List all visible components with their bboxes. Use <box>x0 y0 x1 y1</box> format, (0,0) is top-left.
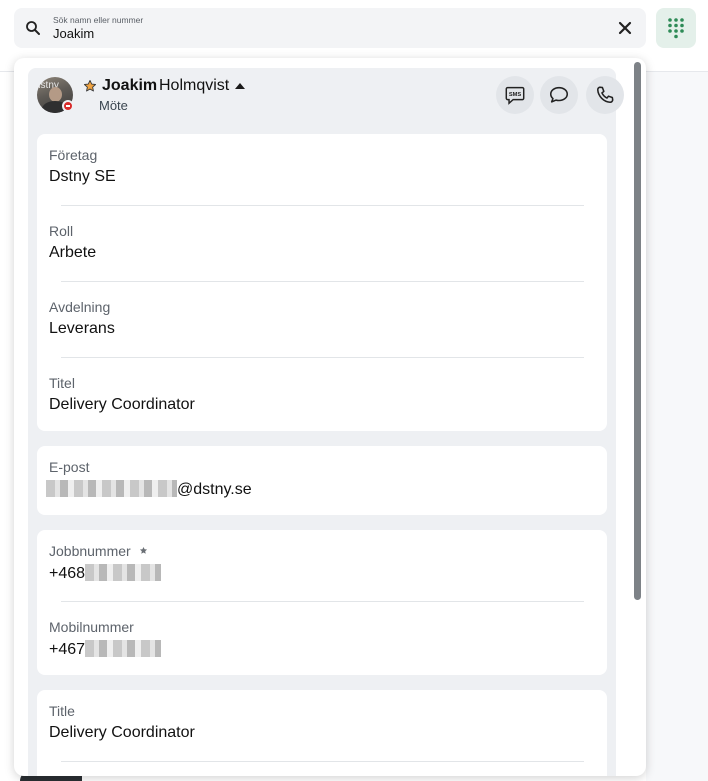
work-phone-prefix: +468 <box>49 565 86 582</box>
contact-card: dstny Joakim Holmqvist Möte SMS Företag … <box>28 68 624 776</box>
extra-title-field: Title Delivery Coordinator <box>49 703 195 742</box>
extra-title-label: Title <box>49 703 75 719</box>
extra-info-card: Title Delivery Coordinator <box>37 690 607 776</box>
divider <box>61 205 584 206</box>
close-icon <box>618 21 632 35</box>
email-domain: @dstny.se <box>177 481 252 498</box>
mobile-phone-prefix: +467 <box>49 641 86 658</box>
role-field: Roll Arbete <box>49 223 96 262</box>
company-label: Företag <box>49 147 98 163</box>
contact-first-name: Joakim <box>102 77 158 94</box>
dialpad-icon <box>668 18 684 39</box>
department-field: Avdelning Leverans <box>49 299 115 338</box>
email-value[interactable]: @dstny.se <box>46 480 252 499</box>
divider <box>61 281 584 282</box>
favorite-star-icon[interactable] <box>83 79 97 93</box>
work-phone-field[interactable]: Jobbnummer +468 <box>49 543 162 583</box>
email-field[interactable]: E-post @dstny.se <box>46 459 252 499</box>
work-phone-value[interactable]: +468 <box>49 564 162 583</box>
department-value: Leverans <box>49 320 115 337</box>
default-number-star-icon <box>139 546 147 554</box>
work-phone-label: Jobbnummer <box>49 543 161 559</box>
search-placeholder: Sök namn eller nummer <box>53 15 144 25</box>
mobile-phone-field[interactable]: Mobilnummer +467 <box>49 619 162 659</box>
company-field: Företag Dstny SE <box>49 147 116 186</box>
chat-bubble-icon <box>549 86 569 103</box>
scrollbar[interactable] <box>634 62 641 600</box>
collapse-caret-icon[interactable] <box>235 83 245 89</box>
role-label: Roll <box>49 223 74 239</box>
sms-icon: SMS <box>505 86 525 105</box>
department-label: Avdelning <box>49 299 111 315</box>
svg-text:SMS: SMS <box>509 92 522 98</box>
contact-header[interactable]: dstny Joakim Holmqvist Möte SMS <box>28 68 624 126</box>
chat-button[interactable] <box>540 76 578 114</box>
role-value: Arbete <box>49 244 97 261</box>
phones-card: Jobbnummer +468 Mobilnummer +467 <box>37 530 607 675</box>
title-field: Titel Delivery Coordinator <box>49 375 195 414</box>
phone-icon <box>596 86 614 104</box>
redacted-work-number <box>85 564 162 581</box>
mobile-phone-label: Mobilnummer <box>49 619 134 635</box>
search-input[interactable]: Joakim <box>53 26 94 41</box>
mobile-phone-value[interactable]: +467 <box>49 640 162 659</box>
redacted-email-user <box>46 480 177 497</box>
search-bar[interactable]: Sök namn eller nummer Joakim <box>14 8 646 48</box>
extra-title-value: Delivery Coordinator <box>49 724 195 741</box>
work-phone-label-text: Jobbnummer <box>49 543 131 559</box>
company-value: Dstny SE <box>49 168 116 185</box>
status-busy-icon <box>62 100 74 112</box>
avatar-face <box>49 87 62 102</box>
contact-last-name: Holmqvist <box>159 77 230 94</box>
details-card: Företag Dstny SE Roll Arbete Avdelning L… <box>37 134 607 431</box>
call-button[interactable] <box>586 76 624 114</box>
presence-status: Möte <box>99 98 128 113</box>
title-value: Delivery Coordinator <box>49 396 195 413</box>
email-label: E-post <box>49 459 90 475</box>
redacted-mobile-number <box>85 640 162 657</box>
sms-button[interactable]: SMS <box>496 76 534 114</box>
background-area <box>646 72 708 781</box>
search-results-panel: dstny Joakim Holmqvist Möte SMS Företag … <box>14 58 646 776</box>
divider <box>61 761 584 762</box>
divider <box>61 601 584 602</box>
title-label: Titel <box>49 375 75 391</box>
divider <box>61 357 584 358</box>
clear-search-button[interactable] <box>614 17 636 39</box>
email-card[interactable]: E-post @dstny.se <box>37 446 607 515</box>
dialpad-button[interactable] <box>656 8 696 48</box>
search-icon <box>26 21 40 35</box>
